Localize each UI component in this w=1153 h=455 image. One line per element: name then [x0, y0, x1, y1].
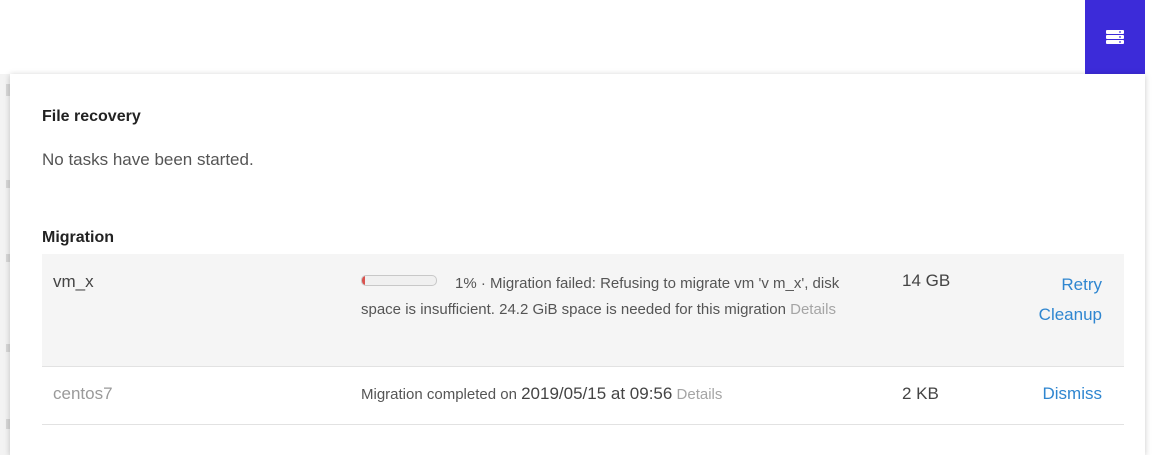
- cleanup-link[interactable]: Cleanup: [1039, 300, 1102, 330]
- server-tasks-icon: [1106, 30, 1124, 44]
- migration-size: 14 GB: [902, 271, 951, 290]
- vm-name: centos7: [53, 384, 113, 403]
- retry-link[interactable]: Retry: [1039, 270, 1102, 300]
- migration-progress-bar: [361, 275, 437, 286]
- details-link[interactable]: Details: [677, 386, 723, 403]
- migration-status: 1% · Migration failed: Refusing to migra…: [361, 271, 851, 323]
- progress-fill: [362, 276, 365, 285]
- status-message: Migration completed on: [361, 386, 517, 403]
- row-actions: Dismiss: [1043, 379, 1103, 409]
- file-recovery-empty-message: No tasks have been started.: [42, 150, 254, 169]
- dismiss-link[interactable]: Dismiss: [1043, 379, 1103, 409]
- details-link[interactable]: Details: [790, 301, 836, 318]
- migration-title: Migration: [42, 229, 114, 246]
- tasks-toggle-button[interactable]: [1085, 0, 1145, 74]
- vm-name: vm_x: [53, 272, 94, 291]
- tasks-panel: File recovery No tasks have been started…: [10, 74, 1145, 455]
- migration-size: 2 KB: [902, 384, 939, 403]
- table-row: vm_x 1% · Migration failed: Refusing to …: [42, 254, 1124, 367]
- background-page-edge: [0, 74, 10, 455]
- completed-timestamp: 2019/05/15 at 09:56: [521, 384, 673, 403]
- file-recovery-title: File recovery: [42, 108, 141, 125]
- table-row: centos7 Migration completed on 2019/05/1…: [42, 367, 1124, 425]
- row-actions: Retry Cleanup: [1039, 270, 1102, 330]
- migration-status: Migration completed on 2019/05/15 at 09:…: [361, 381, 851, 408]
- migration-table: vm_x 1% · Migration failed: Refusing to …: [42, 254, 1124, 425]
